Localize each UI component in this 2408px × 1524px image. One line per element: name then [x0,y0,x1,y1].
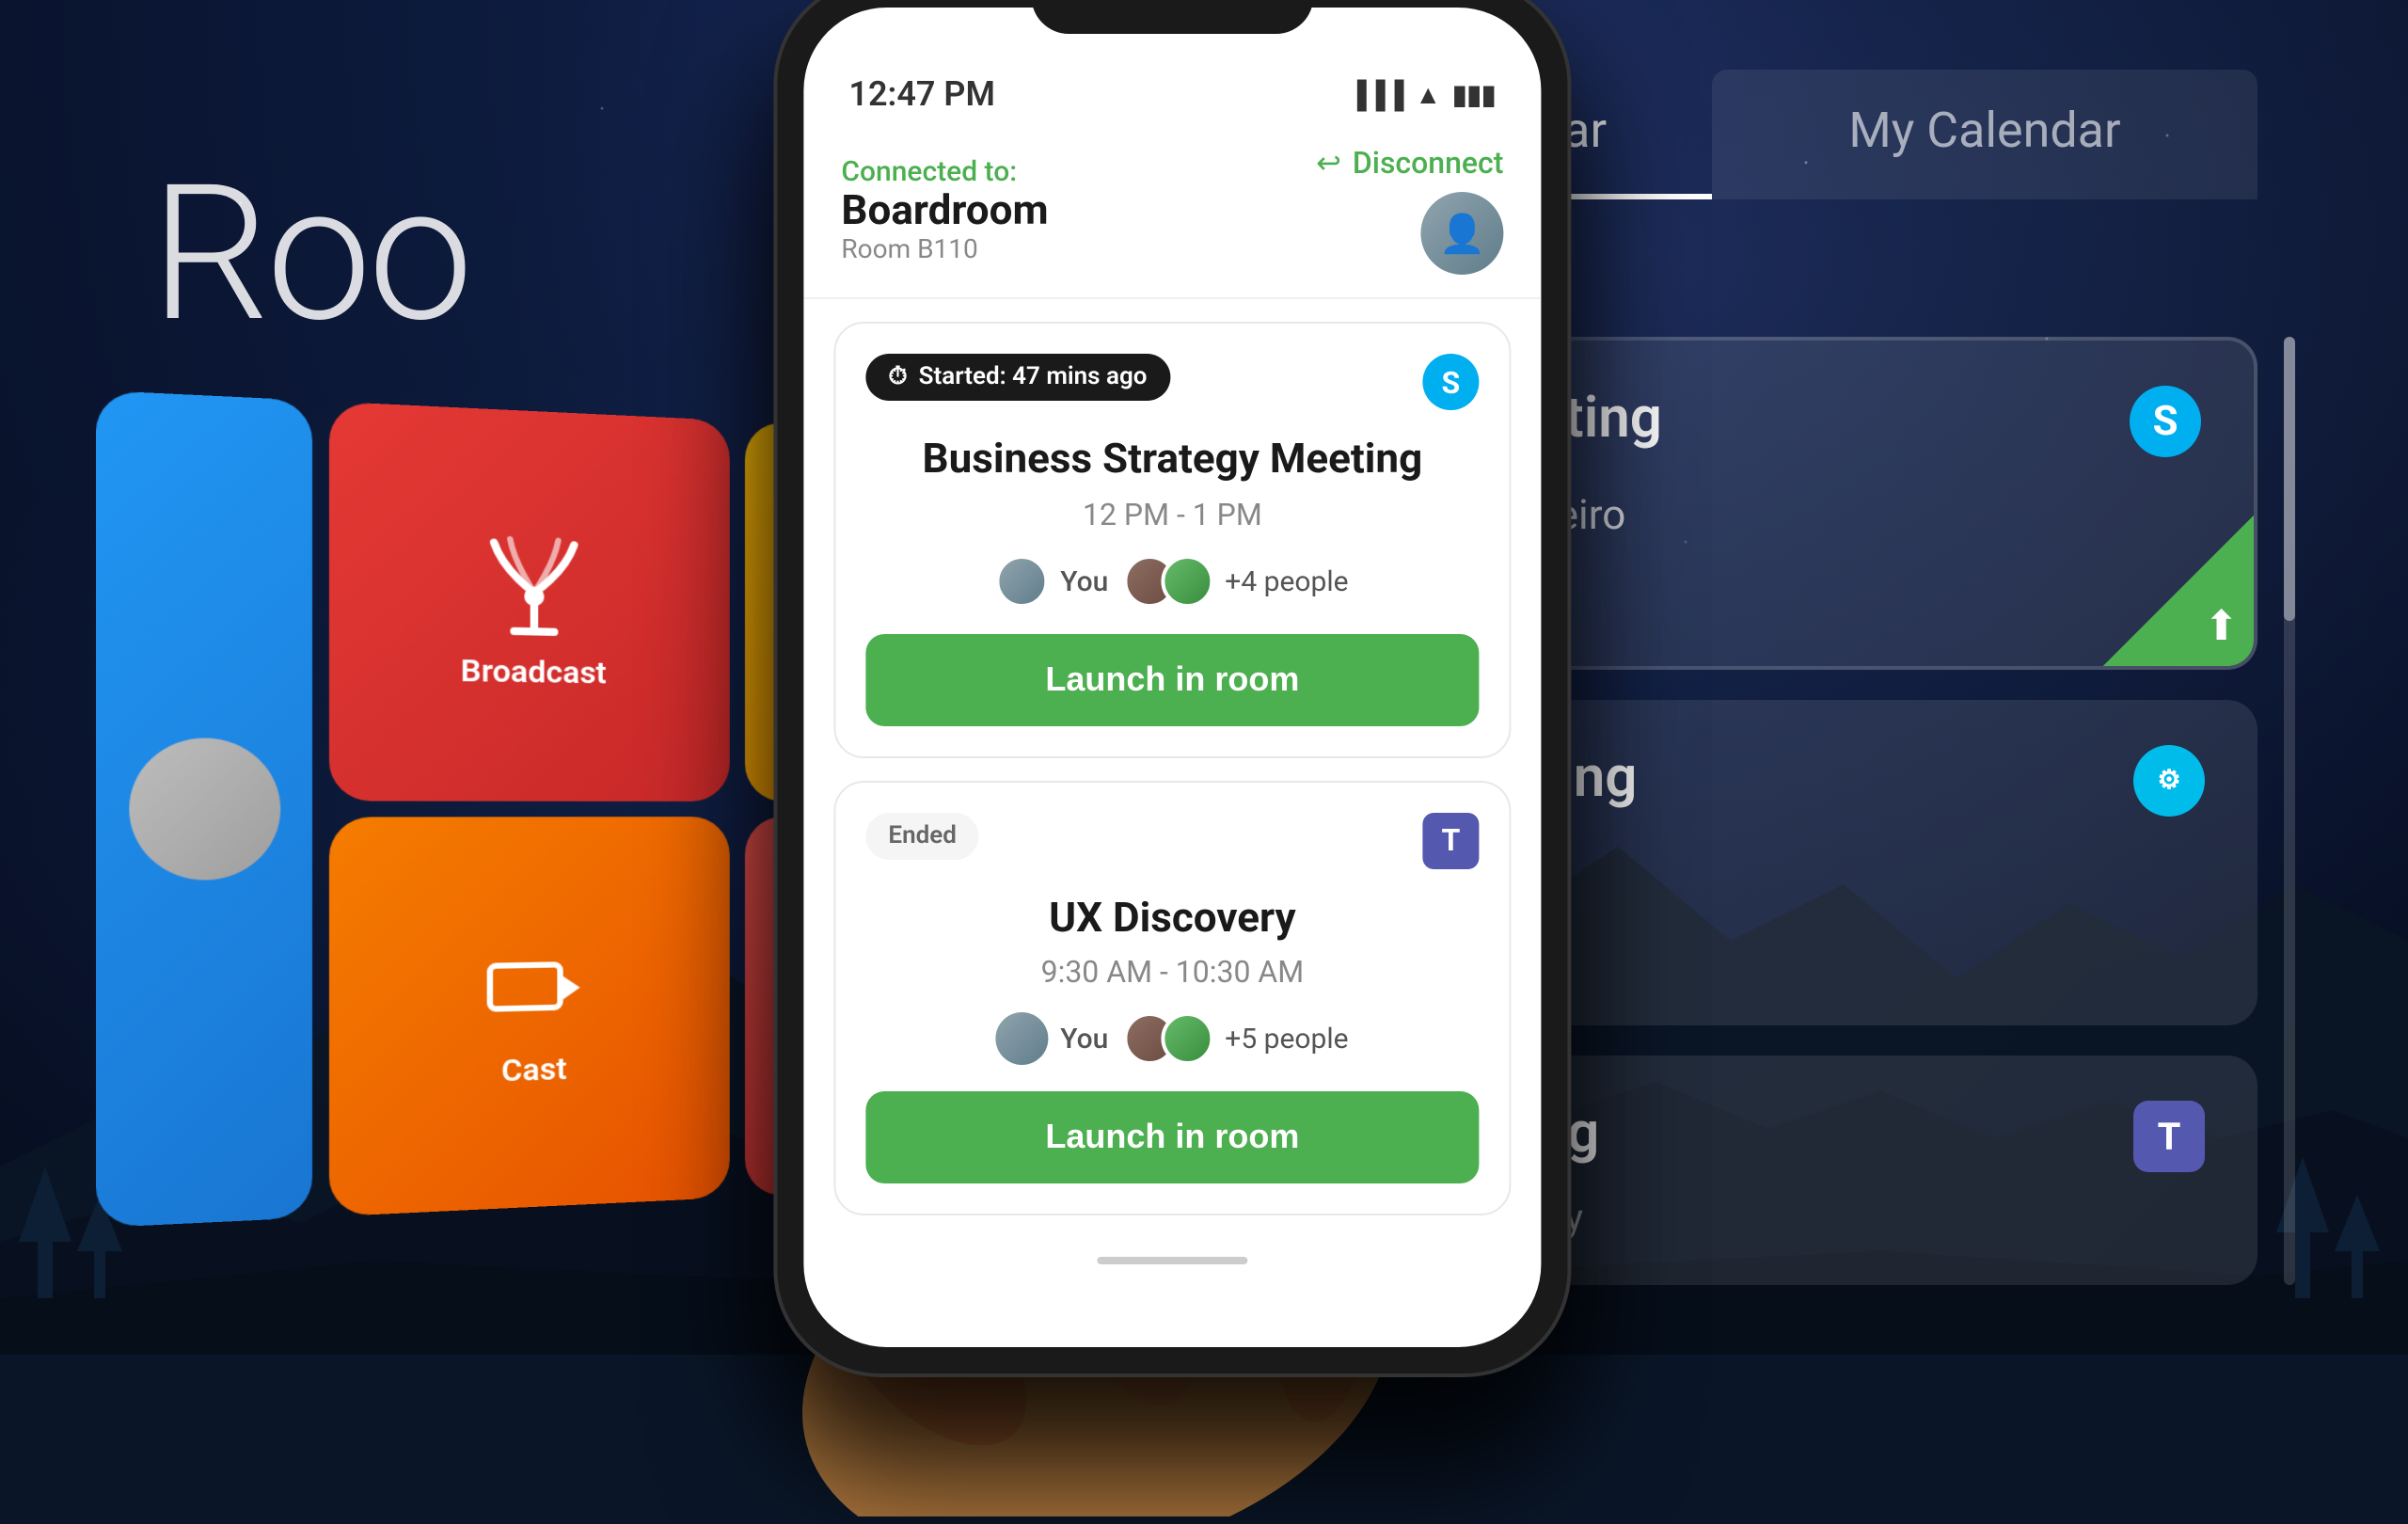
disconnect-arrow: ↩ [1316,145,1341,181]
disconnect-label: Disconnect [1353,145,1504,181]
time-display: 12:47 PM [848,75,995,115]
tile-avatar[interactable] [96,390,312,1228]
you-label-2: You [1060,1022,1108,1056]
meeting-time-1: 12 PM - 1 PM [865,496,1479,532]
teams-icon-calendar: T [2133,1101,2205,1172]
broadcast-label: Broadcast [461,651,607,691]
started-label: Started: 47 mins ago [919,363,1148,391]
launch-in-room-button-2[interactable]: Launch in room [865,1091,1479,1183]
attendee-you-2: You [996,1012,1108,1065]
phone-screen: 12:47 PM ▐▐▐ ▲ ▮▮▮ Connected to: Boardro… [803,8,1541,1347]
tile-cast[interactable]: Cast [329,817,730,1216]
attendee-others-2: +5 people [1123,1012,1348,1065]
tab-my-calendar[interactable]: My Calendar [1712,70,2258,199]
scroll-indicator[interactable] [2284,337,2295,1285]
webex-icon-calendar: ⚙ [2133,745,2205,817]
user-avatar: 👤 [1420,192,1503,275]
meeting-badge-started: ⏱ Started: 47 mins ago [865,354,1169,401]
disconnect-button[interactable]: ↩ Disconnect [1316,145,1503,181]
others-count-1: +4 people [1225,564,1348,597]
launch-in-room-button-1[interactable]: Launch in room [865,633,1479,725]
skype-icon: S [1422,354,1479,410]
attendee-stack-1 [1123,554,1213,607]
connected-info: Connected to: Boardroom Room B110 [841,154,1048,265]
attendee-you-1: You [996,554,1108,607]
teams-icon-phone: T [1422,812,1479,868]
room-name: Boardroom [841,188,1048,235]
meeting-card-2: Ended T UX Discovery 9:30 AM - 10:30 AM … [833,780,1511,1215]
you-label-1: You [1060,564,1108,597]
attendee-others-1: +4 people [1123,554,1348,607]
now-corner[interactable]: ⬆ [2103,516,2254,666]
phone-header: Connected to: Boardroom Room B110 ↩ Disc… [803,130,1541,299]
meeting-time-2: 9:30 AM - 10:30 AM [865,954,1479,990]
room-number: Room B110 [841,235,1048,265]
tile-broadcast[interactable]: Broadcast [329,402,730,802]
attendees-row-2: You +5 people [865,1012,1479,1065]
meeting-title-1: Business Strategy Meeting [865,435,1479,488]
phone-frame: 12:47 PM ▐▐▐ ▲ ▮▮▮ Connected to: Boardro… [777,0,1567,1373]
home-indicator [803,1238,1541,1283]
meeting-card-1: ⏱ Started: 47 mins ago S Business Strate… [833,322,1511,757]
clock-icon: ⏱ [888,363,907,391]
meeting-title-2: UX Discovery [865,893,1479,946]
meeting-badge-ended: Ended [865,812,978,859]
signal-bars: ▐▐▐ [1348,79,1404,111]
phone-notch [1031,0,1313,34]
status-icons: ▐▐▐ ▲ ▮▮▮ [1348,79,1497,111]
attendee-stack-2 [1123,1012,1213,1065]
scroll-thumb [2284,337,2295,621]
battery-icon: ▮▮▮ [1452,80,1496,110]
launch-icon: ⬆ [2204,604,2239,651]
connected-to-label: Connected to: [841,154,1048,188]
wifi-icon: ▲ [1415,79,1441,111]
skype-icon-calendar: S [2130,386,2201,457]
attendees-row-1: You +4 people [865,554,1479,607]
phone-mockup: 12:47 PM ▐▐▐ ▲ ▮▮▮ Connected to: Boardro… [777,0,1567,1373]
cast-label: Cast [501,1050,566,1089]
others-count-2: +5 people [1225,1022,1348,1056]
ended-label: Ended [888,821,956,849]
